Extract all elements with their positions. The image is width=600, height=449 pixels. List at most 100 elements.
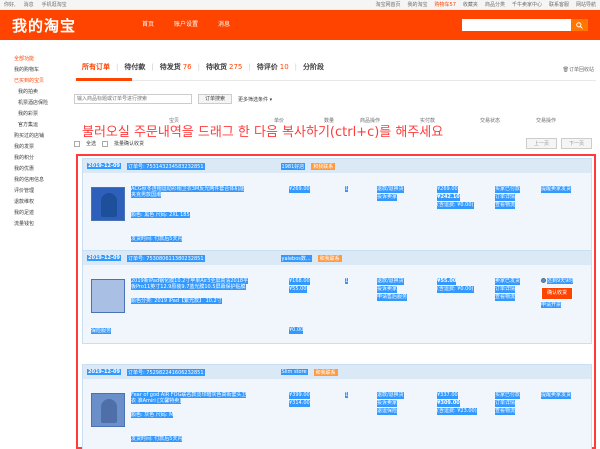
logo[interactable]: 我的淘宝: [12, 15, 132, 36]
batch-confirm-button[interactable]: 批量确认收货: [114, 140, 144, 147]
shop-name[interactable]: yalebos数...: [280, 254, 312, 262]
trade-status: 买家已付款 订单详情 查看物流: [495, 392, 521, 416]
tab-to-ship[interactable]: 待发货 76: [154, 62, 198, 72]
header-search-button[interactable]: [570, 19, 588, 31]
request-invoice-link[interactable]: 申请开票: [541, 302, 562, 308]
topbar-home[interactable]: 淘宝网首页: [376, 1, 401, 8]
complain-link[interactable]: 投诉卖家: [377, 286, 398, 293]
sidebar-item-data-wallet[interactable]: 流量钱包: [14, 219, 66, 230]
tab-to-review[interactable]: 待评价 10: [251, 62, 295, 72]
tab-staged[interactable]: 分阶段: [297, 62, 330, 72]
sidebar-item-purchased[interactable]: 已买到的宝贝: [14, 76, 66, 87]
product-title[interactable]: Fear of god AIR FOG联名款烫印暗灰色高街套头卫衣 准Amiri…: [131, 392, 249, 404]
shop-name[interactable]: 1981好店: [280, 162, 306, 170]
sidebar-item-reviews[interactable]: 评价管理: [14, 186, 66, 197]
order-details-link[interactable]: 订单详情: [495, 400, 516, 407]
unit-price: ¥168.00 ¥55.00: [289, 278, 310, 294]
complain-link[interactable]: 投诉卖家: [377, 194, 398, 201]
sidebar-item-consolidation[interactable]: 官方集运: [14, 120, 66, 131]
order-details-link[interactable]: 订单详情: [495, 286, 516, 293]
sidebar-item-all[interactable]: 全部功能: [14, 54, 66, 65]
topbar-messages[interactable]: 消息: [24, 1, 34, 8]
contact-seller-button[interactable]: 和我联系: [317, 254, 342, 262]
product-thumbnail[interactable]: [91, 393, 125, 427]
product-thumbnail[interactable]: [91, 187, 125, 221]
recycle-bin-link[interactable]: 🗑订单回收站: [563, 66, 594, 73]
sidebar-item-travel[interactable]: 机票酒店保险: [14, 98, 66, 109]
topbar-mobile[interactable]: 手机逛淘宝: [42, 1, 67, 8]
insurance-service[interactable]: 保险服务: [91, 327, 112, 334]
product-title[interactable]: ACG秋冬连帽运动衫帽卫衣3M反光两件套合体机能夹克男款国潮: [131, 186, 249, 198]
order-details-link[interactable]: 订单详情: [495, 194, 516, 201]
contact-seller-button[interactable]: 和我联系: [313, 368, 338, 376]
confirm-receipt-button[interactable]: 确认收货: [541, 287, 574, 300]
view-logistics-link[interactable]: 查看物流: [495, 294, 516, 301]
nav-messages[interactable]: 消息: [208, 10, 240, 40]
nav-home[interactable]: 首页: [132, 10, 164, 40]
view-logistics-link[interactable]: 查看物流: [495, 408, 516, 415]
search-icon: [576, 21, 583, 29]
view-logistics-link[interactable]: 查看物流: [495, 202, 516, 209]
top-bar: 你好, 消息 手机逛淘宝 淘宝网首页 我的淘宝 购物车57 收藏夹 商品分类 千…: [0, 0, 600, 10]
tab-to-receive[interactable]: 待收货 275: [200, 62, 248, 72]
sidebar-item-refunds[interactable]: 退款维权: [14, 197, 66, 208]
topbar-sitemap[interactable]: 网站导航: [576, 1, 596, 8]
header-search-input[interactable]: [462, 19, 570, 31]
product-title[interactable]: 2019新iPad钢化膜10.2寸苹果Air3全屏高清2018平板Pro11英寸…: [131, 278, 249, 290]
order-card: 2019-12-09 订单号: 753080611380232851 yaleb…: [82, 250, 592, 344]
topbar-my-taobao[interactable]: 我的淘宝: [408, 1, 428, 8]
sidebar-item-cart[interactable]: 我的购物车: [14, 65, 66, 76]
status-text: 买家已付款: [495, 186, 521, 193]
topbar-service[interactable]: 联系客服: [549, 1, 569, 8]
complain-link[interactable]: 投诉卖家: [377, 400, 398, 407]
order-number: 订单号: 752982241606232851: [126, 368, 205, 376]
refund-link[interactable]: 退款/退换货: [377, 278, 404, 285]
countdown-text: 还剩9天9时: [547, 278, 574, 284]
sidebar-item-credit[interactable]: 我的信用信息: [14, 175, 66, 186]
tab-unpaid[interactable]: 待付款: [118, 62, 151, 72]
refund-link[interactable]: 退款/退换货: [377, 392, 404, 399]
topbar-seller[interactable]: 千牛卖家中心: [512, 1, 542, 8]
order-search-input[interactable]: [74, 94, 192, 104]
topbar-cart[interactable]: 购物车57: [435, 1, 456, 8]
nav-account-settings[interactable]: 账户设置: [164, 10, 208, 40]
tab-count: 275: [229, 63, 243, 71]
sidebar-item-auction[interactable]: 我的拍卖: [14, 87, 66, 98]
shop-name[interactable]: Slim store: [280, 369, 308, 375]
sidebar-item-lottery[interactable]: 我的彩票: [14, 109, 66, 120]
tab-count: 76: [182, 63, 192, 71]
sidebar-item-points[interactable]: 我的积分: [14, 153, 66, 164]
tab-label: 待评价: [256, 63, 278, 71]
select-all-checkbox[interactable]: [74, 140, 80, 147]
recycle-label: 订单回收站: [568, 67, 594, 73]
sidebar-item-shops[interactable]: 购买过的店铺: [14, 131, 66, 142]
hoodie-image: [101, 193, 117, 217]
order-search-button[interactable]: 订单搜索: [198, 94, 233, 104]
remind-ship-link[interactable]: 提醒卖家发货: [541, 392, 572, 399]
order-body: ACG秋冬连帽运动衫帽卫衣3M反光两件套合体机能夹克男款国潮 颜色: 黑色 尺码…: [83, 173, 591, 251]
order-tabs: 所有订单 | 待付款 | 待发货 76 | 待收货 275 | 待评价 10 | 分阶…: [76, 62, 330, 72]
tab-label: 分阶段: [303, 63, 325, 71]
topbar-categories[interactable]: 商品分类: [485, 1, 505, 8]
sidebar-item-coupons[interactable]: 我的优惠: [14, 164, 66, 175]
product-thumbnail[interactable]: [91, 279, 125, 313]
next-page-button[interactable]: 下一页: [560, 138, 592, 149]
item-operations: 退款/退换货 投诉卖家 申请售后服务: [377, 278, 408, 302]
paid-amount: ¥337.00 ¥309.00 (含运费: ¥23.00): [437, 392, 477, 416]
remind-ship-link[interactable]: 提醒卖家发货: [541, 186, 572, 193]
status-text: 卖家已发货: [495, 278, 521, 285]
contact-seller-button[interactable]: 和我联系: [311, 162, 336, 170]
more-filters-link[interactable]: 更多筛选条件 ▾: [238, 96, 272, 103]
sidebar-item-invoice[interactable]: 我的发票: [14, 142, 66, 153]
tab-all-orders[interactable]: 所有订单: [76, 62, 116, 72]
topbar-favorites[interactable]: 收藏夹: [463, 1, 478, 8]
order-card: 2019-12-09 订单号: 752982241606232851 Slim …: [82, 364, 592, 449]
batch-checkbox[interactable]: [102, 140, 109, 147]
prev-page-button[interactable]: 上一页: [525, 138, 557, 149]
return-insurance-link[interactable]: 退运保险: [377, 408, 398, 415]
refund-link[interactable]: 退款/退换货: [377, 186, 404, 193]
after-sales-link[interactable]: 申请售后服务: [377, 294, 408, 301]
order-number: 订单号: 753143234583232851: [126, 162, 205, 170]
topbar-greeting: 你好,: [4, 2, 16, 8]
sidebar-item-footprint[interactable]: 我的足迹: [14, 208, 66, 219]
